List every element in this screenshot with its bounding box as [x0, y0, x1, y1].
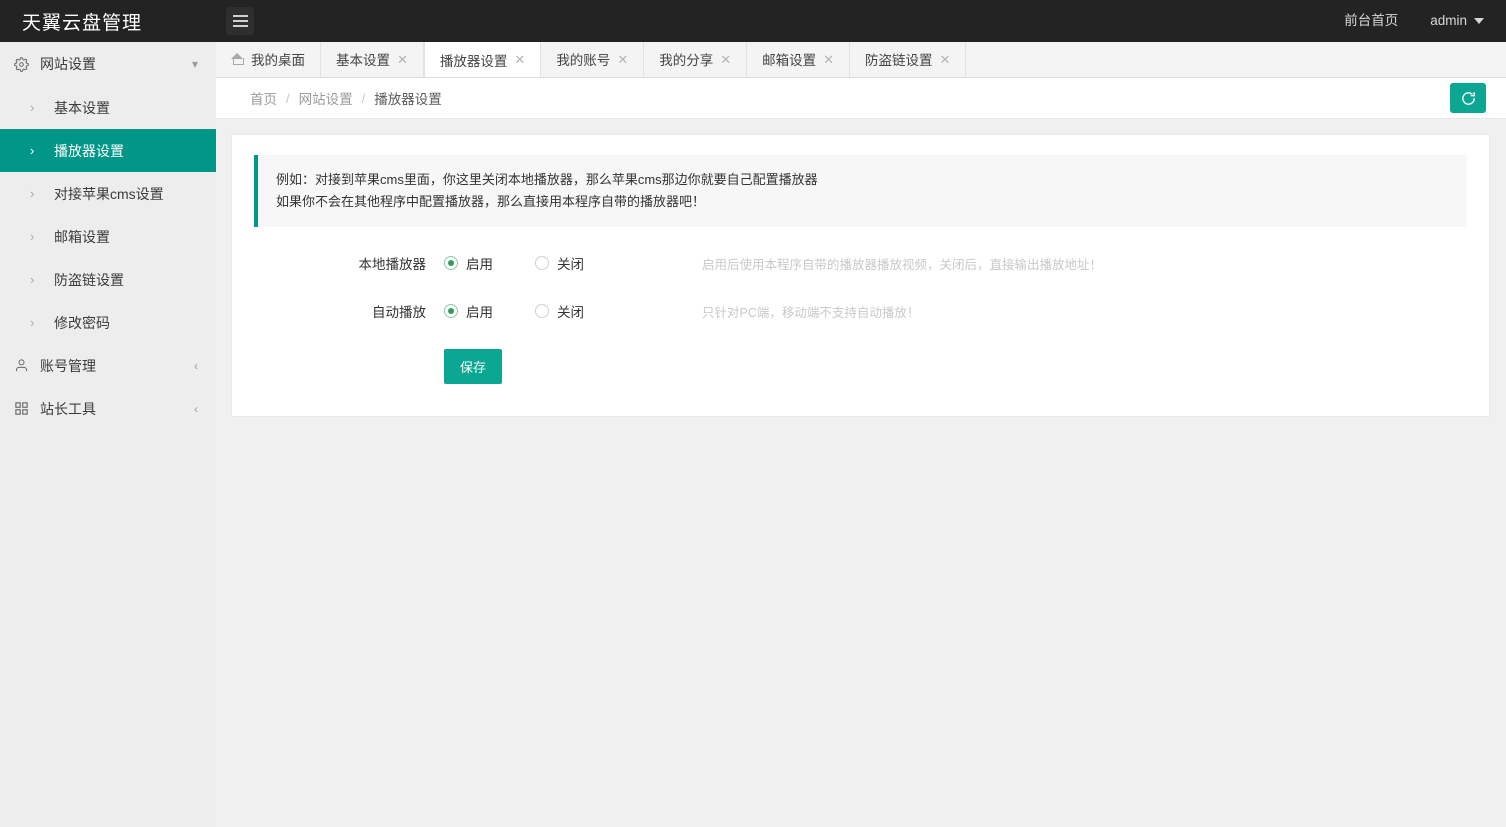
- radio-autoplay-enable[interactable]: 启用: [444, 301, 493, 321]
- chevron-right-icon: ›: [30, 186, 54, 201]
- hamburger-line: [233, 15, 248, 17]
- sidebar-item-email-settings[interactable]: › 邮箱设置: [0, 215, 216, 258]
- close-icon[interactable]: ✕: [397, 53, 408, 66]
- tab-label: 防盗链设置: [865, 49, 933, 69]
- alert-line-1: 例如：对接到苹果cms里面，你这里关闭本地播放器，那么苹果cms那边你就要自己配…: [276, 169, 1449, 191]
- sidebar-item-player-settings[interactable]: › 播放器设置: [0, 129, 216, 172]
- tab-basic-settings[interactable]: 基本设置 ✕: [321, 42, 424, 77]
- top-header-right: 前台首页 admin: [1328, 0, 1506, 42]
- sidebar-group-website-settings[interactable]: 网站设置 ▾: [0, 42, 216, 86]
- sidebar: 网站设置 ▾ › 基本设置 › 播放器设置 › 对接苹果cms设置 › 邮箱设置…: [0, 42, 216, 827]
- chevron-left-icon: ‹: [194, 359, 198, 373]
- user-menu[interactable]: admin: [1414, 0, 1506, 42]
- home-icon: [231, 53, 244, 66]
- breadcrumb-item-player-settings: 播放器设置: [374, 88, 442, 108]
- tab-strip: 我的桌面 基本设置 ✕ 播放器设置 ✕ 我的账号 ✕ 我的分享 ✕ 邮箱设置 ✕…: [216, 42, 1506, 78]
- gear-icon: [14, 57, 40, 72]
- hamburger-line: [233, 25, 248, 27]
- close-icon[interactable]: ✕: [940, 53, 951, 66]
- breadcrumb-separator: /: [277, 91, 299, 106]
- main-content: 例如：对接到苹果cms里面，你这里关闭本地播放器，那么苹果cms那边你就要自己配…: [216, 119, 1506, 827]
- tab-label: 我的桌面: [251, 49, 305, 69]
- radio-label: 启用: [466, 253, 493, 273]
- sidebar-item-label: 基本设置: [54, 98, 110, 118]
- breadcrumb-item-home[interactable]: 首页: [250, 88, 277, 108]
- tab-label: 基本设置: [336, 49, 390, 69]
- chevron-right-icon: ›: [30, 229, 54, 244]
- radio-local-player-disable[interactable]: 关闭: [535, 253, 584, 273]
- chevron-right-icon: ›: [30, 100, 54, 115]
- hamburger-icon[interactable]: [226, 7, 254, 35]
- tab-my-shares[interactable]: 我的分享 ✕: [644, 42, 747, 77]
- radio-label: 关闭: [557, 253, 584, 273]
- top-header-bar: 天翼云盘管理 前台首页 admin: [0, 0, 1506, 42]
- field-label: 自动播放: [254, 301, 444, 321]
- sidebar-item-label: 账号管理: [40, 356, 194, 376]
- refresh-button[interactable]: [1450, 83, 1486, 113]
- sidebar-item-label: 站长工具: [40, 399, 194, 419]
- sidebar-item-label: 修改密码: [54, 313, 110, 333]
- chevron-down-icon: ▾: [192, 57, 198, 71]
- sidebar-item-hotlink-settings[interactable]: › 防盗链设置: [0, 258, 216, 301]
- tab-label: 播放器设置: [440, 50, 508, 70]
- settings-card: 例如：对接到苹果cms里面，你这里关闭本地播放器，那么苹果cms那边你就要自己配…: [231, 134, 1490, 417]
- chevron-right-icon: ›: [30, 272, 54, 287]
- sidebar-item-basic-settings[interactable]: › 基本设置: [0, 86, 216, 129]
- grid-icon: [14, 401, 40, 416]
- tab-label: 我的分享: [659, 49, 713, 69]
- close-icon[interactable]: ✕: [617, 53, 628, 66]
- tab-label: 邮箱设置: [762, 49, 816, 69]
- radio-label: 启用: [466, 301, 493, 321]
- radio-indicator: [535, 256, 549, 270]
- sidebar-item-label: 对接苹果cms设置: [54, 184, 164, 204]
- radio-indicator: [444, 304, 458, 318]
- tab-my-account[interactable]: 我的账号 ✕: [541, 42, 644, 77]
- sidebar-item-maccms-settings[interactable]: › 对接苹果cms设置: [0, 172, 216, 215]
- radio-indicator: [444, 256, 458, 270]
- front-home-link[interactable]: 前台首页: [1328, 0, 1414, 42]
- app-brand-title: 天翼云盘管理: [0, 8, 216, 35]
- radio-autoplay-disable[interactable]: 关闭: [535, 301, 584, 321]
- tab-hotlink-settings[interactable]: 防盗链设置 ✕: [850, 42, 966, 77]
- sidebar-group-label: 网站设置: [40, 54, 192, 74]
- sidebar-item-webmaster-tools[interactable]: 站长工具 ‹: [0, 387, 216, 430]
- hamburger-line: [233, 20, 248, 22]
- radio-local-player-enable[interactable]: 启用: [444, 253, 493, 273]
- sidebar-item-change-password[interactable]: › 修改密码: [0, 301, 216, 344]
- field-help-text: 启用后使用本程序自带的播放器播放视频，关闭后，直接输出播放地址！: [702, 254, 1102, 273]
- chevron-down-icon: [1474, 18, 1484, 24]
- refresh-icon: [1460, 90, 1477, 107]
- close-icon[interactable]: ✕: [720, 53, 731, 66]
- field-autoplay: 自动播放 启用 关闭 只针对PC端，移动端不支持自动播放！: [254, 301, 1467, 321]
- alert-line-2: 如果你不会在其他程序中配置播放器，那么直接用本程序自带的播放器吧！: [276, 191, 1449, 213]
- tab-label: 我的账号: [556, 49, 610, 69]
- close-icon[interactable]: ✕: [514, 53, 525, 66]
- radio-label: 关闭: [557, 301, 584, 321]
- breadcrumb-bar: 首页 / 网站设置 / 播放器设置: [216, 78, 1506, 119]
- field-local-player: 本地播放器 启用 关闭 启用后使用本程序自带的播放器播放视频，关闭后，直接输出播…: [254, 253, 1467, 273]
- chevron-right-icon: ›: [30, 315, 54, 330]
- save-button[interactable]: 保存: [444, 349, 502, 384]
- chevron-left-icon: ‹: [194, 402, 198, 416]
- field-help-text: 只针对PC端，移动端不支持自动播放！: [702, 302, 919, 321]
- tab-email-settings[interactable]: 邮箱设置 ✕: [747, 42, 850, 77]
- tab-player-settings[interactable]: 播放器设置 ✕: [424, 42, 541, 78]
- radio-indicator: [535, 304, 549, 318]
- chevron-right-icon: ›: [30, 143, 54, 158]
- sidebar-item-label: 防盗链设置: [54, 270, 124, 290]
- close-icon[interactable]: ✕: [823, 53, 834, 66]
- breadcrumb-item-website-settings[interactable]: 网站设置: [299, 88, 353, 108]
- user-menu-label: admin: [1430, 0, 1467, 42]
- info-alert: 例如：对接到苹果cms里面，你这里关闭本地播放器，那么苹果cms那边你就要自己配…: [254, 155, 1467, 227]
- field-label: 本地播放器: [254, 253, 444, 273]
- breadcrumb-separator: /: [353, 91, 375, 106]
- sidebar-item-account-management[interactable]: 账号管理 ‹: [0, 344, 216, 387]
- tab-my-desktop[interactable]: 我的桌面: [216, 42, 321, 77]
- user-icon: [14, 358, 40, 373]
- sidebar-item-label: 邮箱设置: [54, 227, 110, 247]
- sidebar-item-label: 播放器设置: [54, 141, 124, 161]
